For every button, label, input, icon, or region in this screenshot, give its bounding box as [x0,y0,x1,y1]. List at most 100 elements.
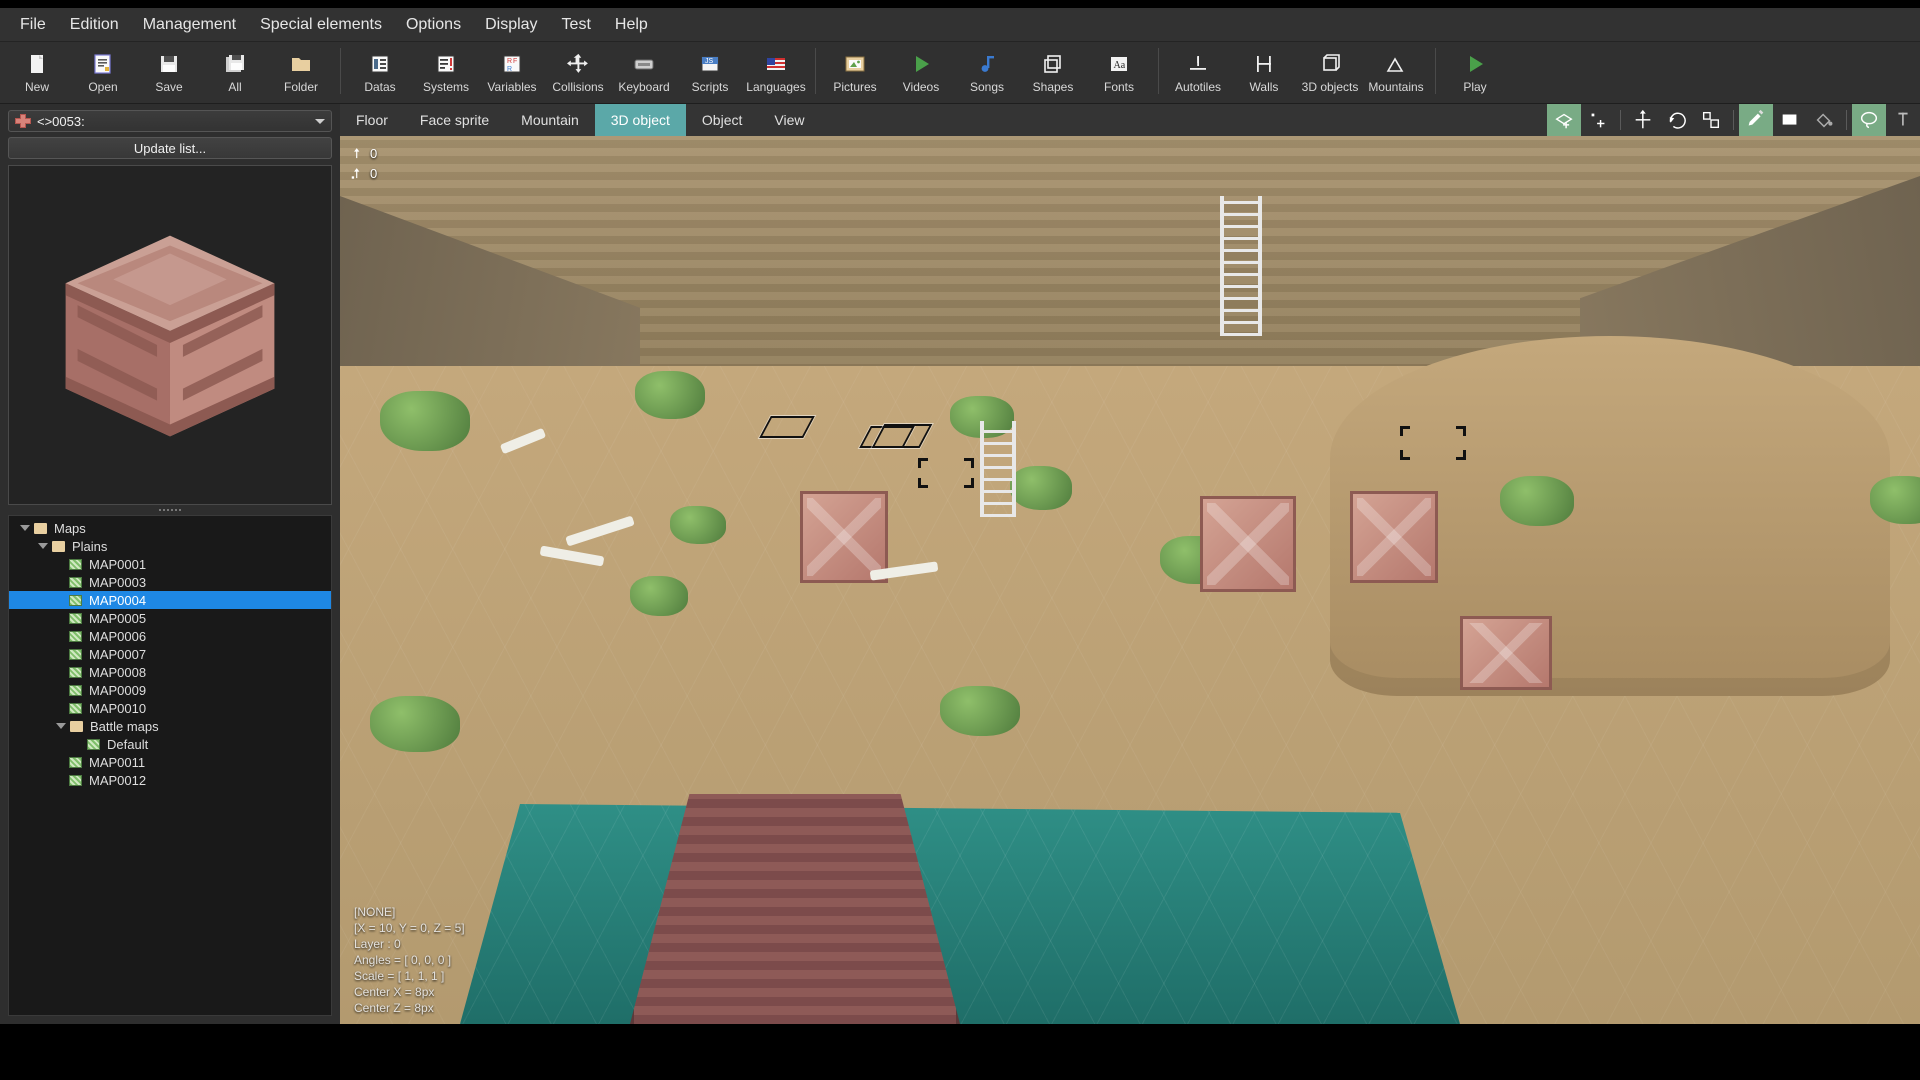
save-all-icon [222,51,248,77]
toolbar-button-collisions[interactable]: Collisions [545,46,611,95]
toolbar-button-mountains[interactable]: Mountains [1363,46,1429,95]
tree-map-row[interactable]: MAP0005 [9,609,331,627]
toolbar-button-variables[interactable]: R F R Variables [479,46,545,95]
tab-mountain[interactable]: Mountain [505,104,595,136]
pictures-icon [843,52,867,76]
tree-item-label: MAP0007 [89,646,147,662]
toolbar-button-label: Open [88,80,118,94]
tab-view[interactable]: View [758,104,820,136]
add-sprite-tool[interactable] [1581,104,1615,136]
update-list-button[interactable]: Update list... [8,137,332,159]
songs-note-icon [974,51,1000,77]
tab-3d-object[interactable]: 3D object [594,104,686,136]
chevron-down-icon[interactable] [56,723,66,729]
chevron-down-icon[interactable] [311,112,329,130]
toolbar-button-3d-objects[interactable]: 3D objects [1297,46,1363,95]
select-tool[interactable] [1852,104,1886,136]
tree-folder-row[interactable]: Maps [9,519,331,537]
tree-folder-row[interactable]: Plains [9,537,331,555]
toolbar-button-all[interactable]: All [202,46,268,95]
toolbar-button-open[interactable]: Open [70,46,136,95]
menu-options[interactable]: Options [394,11,473,39]
menu-help[interactable]: Help [603,11,660,39]
tree-map-row[interactable]: MAP0010 [9,699,331,717]
save-icon [157,52,181,76]
toolbar-button-shapes[interactable]: Shapes [1020,46,1086,95]
walls-icon [1251,51,1277,77]
tree-map-row[interactable]: MAP0009 [9,681,331,699]
map-viewport[interactable]: 00 [NONE] [X = 10, Y = 0, Z = 5] Layer : 0… [340,136,1920,1024]
menu-test[interactable]: Test [550,11,603,39]
map-icon [69,558,82,570]
maps-tree[interactable]: Maps Plains MAP0001 MAP0003 MAP0004 MAP0005 MA… [8,515,332,1016]
menu-edition[interactable]: Edition [58,11,131,39]
tree-map-row[interactable]: MAP0004 [9,591,331,609]
fill-tool[interactable] [1807,104,1841,136]
tool-separator [1620,110,1621,130]
main-toolbar: New Open Save All Folder Datas Systems R F R Varia… [0,42,1920,104]
map-scene [340,136,1920,1024]
tileset-select[interactable]: <>0053: [8,110,332,132]
menu-file[interactable]: File [8,11,58,39]
variables-icon: RFR [499,51,525,77]
toolbar-button-keyboard[interactable]: Keyboard [611,46,677,95]
3d-object-preview[interactable] [8,165,332,505]
toolbar-group-1: New Open Save All Folder [4,46,334,95]
tree-item-label: MAP0004 [89,592,147,608]
toolbar-button-play[interactable]: Play [1442,46,1508,95]
toolbar-button-scripts[interactable]: JS Scripts [677,46,743,95]
tree-map-row[interactable]: MAP0007 [9,645,331,663]
tree-item-label: Battle maps [90,718,159,734]
chevron-down-icon[interactable] [20,525,30,531]
toolbar-button-new[interactable]: New [4,46,70,95]
pencil-tool[interactable] [1739,104,1773,136]
walls-icon [1252,52,1276,76]
tree-map-row[interactable]: MAP0011 [9,753,331,771]
toolbar-button-walls[interactable]: Walls [1231,46,1297,95]
tree-map-row[interactable]: MAP0003 [9,573,331,591]
tab-floor[interactable]: Floor [340,104,404,136]
toolbar-button-label: Save [155,80,183,94]
pencil-icon [1745,109,1767,131]
tree-map-row[interactable]: Default [9,735,331,753]
scale-tool[interactable] [1694,104,1728,136]
menu-display[interactable]: Display [473,11,549,39]
toolbar-button-systems[interactable]: Systems [413,46,479,95]
toolbar-separator [1435,48,1436,94]
pin-tool[interactable] [1886,104,1920,136]
tree-folder-row[interactable]: Battle maps [9,717,331,735]
save-all-icon [223,52,247,76]
menu-management[interactable]: Management [131,11,248,39]
tree-map-row[interactable]: MAP0012 [9,771,331,789]
toolbar-button-autotiles[interactable]: Autotiles [1165,46,1231,95]
rectangle-tool[interactable] [1773,104,1807,136]
menu-special-elements[interactable]: Special elements [248,11,394,39]
toolbar-button-pictures[interactable]: Pictures [822,46,888,95]
tree-map-row[interactable]: MAP0006 [9,627,331,645]
toolbar-button-label: Pictures [833,80,877,94]
tab-object[interactable]: Object [686,104,758,136]
toolbar-button-languages[interactable]: Languages [743,46,809,95]
chevron-down-icon[interactable] [38,543,48,549]
translate-tool[interactable] [1626,104,1660,136]
toolbar-button-datas[interactable]: Datas [347,46,413,95]
toolbar-button-folder[interactable]: Folder [268,46,334,95]
tab-face-sprite[interactable]: Face sprite [404,104,505,136]
tree-map-row[interactable]: MAP0001 [9,555,331,573]
tool-separator [1733,110,1734,130]
add-floor-tool[interactable] [1547,104,1581,136]
tree-map-row[interactable]: MAP0008 [9,663,331,681]
shapes-cube-icon [1041,52,1065,76]
toolbar-group-4: Autotiles Walls 3D objects Mountains [1165,46,1429,95]
toolbar-button-videos[interactable]: Videos [888,46,954,95]
rotate-tool[interactable] [1660,104,1694,136]
panel-splitter[interactable] [8,505,332,515]
translate-icon [1632,109,1654,131]
toolbar-button-fonts[interactable]: Aa Fonts [1086,46,1152,95]
scale-icon [1700,109,1722,131]
toolbar-button-songs[interactable]: Songs [954,46,1020,95]
toolbar-button-save[interactable]: Save [136,46,202,95]
